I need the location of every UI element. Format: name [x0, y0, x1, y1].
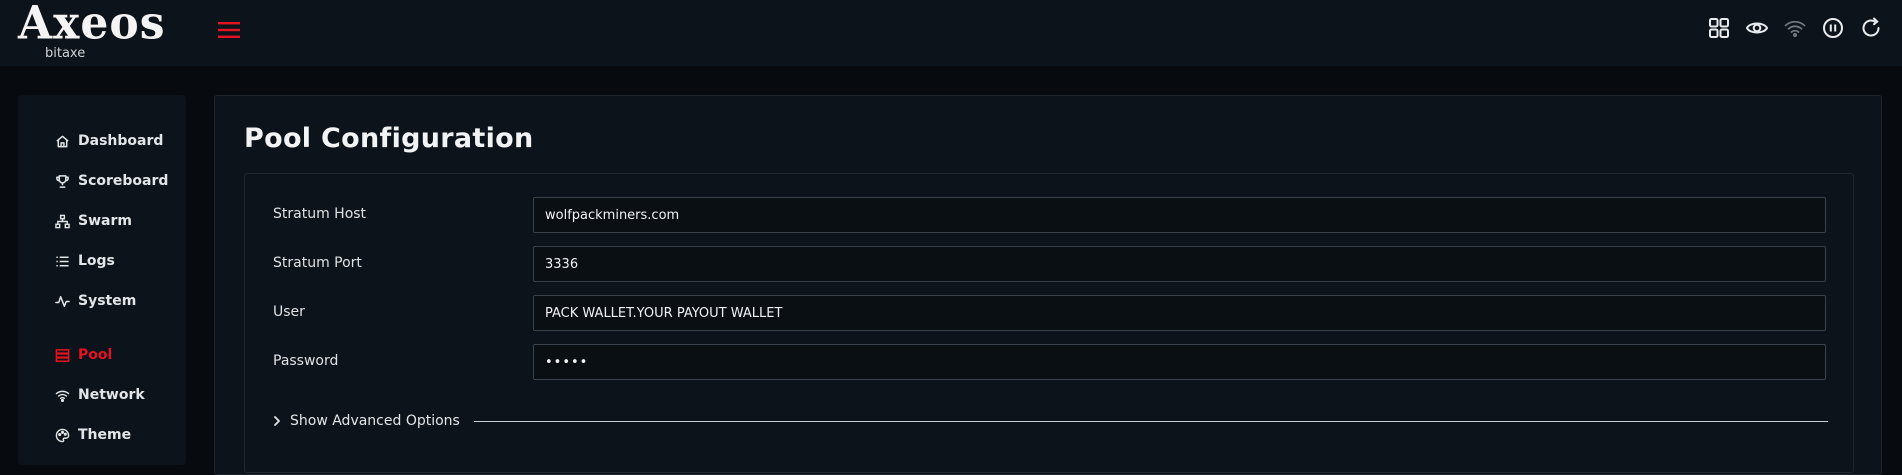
logo: Axeos bitaxe: [18, 0, 164, 62]
pool-configuration-panel: Pool Configuration Stratum Host Stratum …: [214, 95, 1882, 475]
form-row-password: Password: [245, 344, 1853, 380]
sidebar-item-label: Theme: [78, 427, 132, 443]
header-actions: [1705, 14, 1884, 44]
logo-subtitle: bitaxe: [45, 46, 86, 61]
form-row-stratum-host: Stratum Host: [245, 197, 1853, 233]
sidebar-item-pool[interactable]: Pool: [18, 335, 186, 375]
sitemap-icon: [54, 213, 70, 229]
sidebar-item-scoreboard[interactable]: Scoreboard: [18, 161, 186, 201]
wifi-icon[interactable]: [1781, 14, 1808, 41]
form-row-user: User: [245, 295, 1853, 331]
stratum-host-label: Stratum Host: [273, 206, 367, 222]
grid-icon[interactable]: [1705, 14, 1732, 41]
list-icon: [54, 253, 70, 269]
sidebar-item-label: System: [78, 293, 137, 309]
pause-icon[interactable]: [1819, 14, 1846, 41]
sidebar-item-system[interactable]: System: [18, 281, 186, 321]
user-input[interactable]: [533, 295, 1826, 331]
form-row-stratum-port: Stratum Port: [245, 246, 1853, 282]
password-input[interactable]: [533, 344, 1826, 380]
sidebar-item-logs[interactable]: Logs: [18, 241, 186, 281]
top-bar: Axeos bitaxe: [0, 0, 1902, 66]
user-label: User: [273, 304, 305, 320]
eye-icon[interactable]: [1743, 14, 1770, 41]
trophy-icon: [54, 173, 70, 189]
sidebar-item-label: Pool: [78, 347, 113, 363]
advanced-options-label: Show Advanced Options: [290, 413, 460, 429]
divider: [473, 420, 1828, 422]
sidebar-item-label: Scoreboard: [78, 173, 169, 189]
pool-form: Stratum Host Stratum Port User Password …: [244, 173, 1854, 473]
password-label: Password: [273, 353, 339, 369]
palette-icon: [54, 427, 70, 443]
activity-icon: [54, 293, 70, 309]
refresh-icon[interactable]: [1857, 14, 1884, 41]
home-icon: [54, 133, 70, 149]
sidebar-item-label: Network: [78, 387, 145, 403]
sidebar: Dashboard Scoreboard Swarm Logs System P…: [18, 95, 186, 465]
sidebar-item-label: Dashboard: [78, 133, 164, 149]
sidebar-item-label: Swarm: [78, 213, 132, 229]
sidebar-item-theme[interactable]: Theme: [18, 415, 186, 455]
chevron-right-icon: [273, 415, 283, 427]
sidebar-item-network[interactable]: Network: [18, 375, 186, 415]
stratum-port-label: Stratum Port: [273, 255, 362, 271]
stratum-host-input[interactable]: [533, 197, 1826, 233]
hamburger-menu-icon[interactable]: [215, 17, 243, 43]
sidebar-item-swarm[interactable]: Swarm: [18, 201, 186, 241]
page-title: Pool Configuration: [244, 123, 534, 154]
show-advanced-options-toggle[interactable]: Show Advanced Options: [273, 411, 1828, 431]
server-icon: [54, 347, 70, 363]
stratum-port-input[interactable]: [533, 246, 1826, 282]
sidebar-item-label: Logs: [78, 253, 115, 269]
logo-text: Axeos: [18, 0, 166, 51]
sidebar-item-dashboard[interactable]: Dashboard: [18, 121, 186, 161]
wifi-icon: [54, 387, 70, 403]
